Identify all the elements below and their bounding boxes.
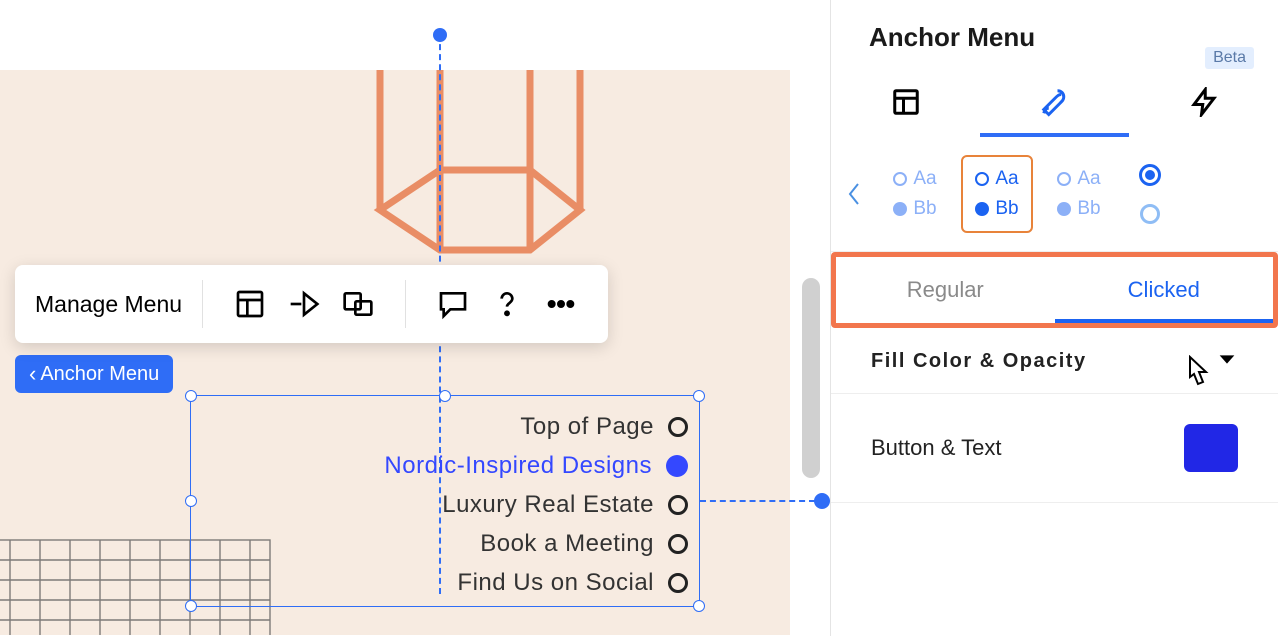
alignment-guide-horizontal: [700, 500, 815, 502]
design-preset-row: Aa Bb Aa Bb Aa Bb: [831, 137, 1278, 252]
preset-option-selected[interactable]: Aa Bb: [961, 155, 1033, 233]
editor-canvas: Manage Menu ‹: [0, 0, 830, 636]
preset-back-button[interactable]: [839, 174, 869, 214]
anchor-menu-item[interactable]: Find Us on Social: [190, 563, 700, 602]
manage-menu-button[interactable]: Manage Menu: [35, 291, 182, 318]
element-tag[interactable]: ‹ Anchor Menu: [15, 355, 173, 393]
help-icon[interactable]: [490, 287, 524, 321]
radio-selected-icon: [1139, 164, 1161, 186]
state-tab-regular[interactable]: Regular: [836, 257, 1055, 323]
anchor-item-label: Top of Page: [520, 413, 654, 441]
beta-badge: Beta: [1205, 47, 1254, 69]
state-tabs-highlight: Regular Clicked: [831, 252, 1278, 328]
more-icon[interactable]: [544, 287, 578, 321]
radio-unselected-icon: [1140, 204, 1160, 224]
fill-color-section[interactable]: Fill Color & Opacity: [831, 328, 1278, 394]
stretch-icon[interactable]: [341, 287, 375, 321]
color-swatch[interactable]: [1184, 424, 1238, 472]
state-tab-clicked[interactable]: Clicked: [1055, 257, 1274, 323]
element-tag-label: Anchor Menu: [40, 363, 159, 386]
chevron-down-icon: [1216, 348, 1238, 375]
preset-option[interactable]: Aa Bb: [879, 155, 951, 233]
layout-icon[interactable]: [233, 287, 267, 321]
anchor-item-label: Nordic-Inspired Designs: [384, 452, 652, 480]
guide-anchor-dot: [814, 493, 830, 509]
tab-layout[interactable]: [831, 67, 980, 137]
state-tabs: Regular Clicked: [836, 257, 1273, 323]
anchor-item-label: Book a Meeting: [480, 530, 654, 558]
element-toolbar: Manage Menu: [15, 265, 608, 343]
anchor-menu-element[interactable]: Top of Page Nordic-Inspired Designs Luxu…: [190, 395, 700, 602]
design-panel: Anchor Menu Beta Aa Bb Aa Bb Aa Bb: [830, 0, 1278, 636]
tab-animation[interactable]: Beta: [1129, 67, 1278, 137]
anchor-bullet-icon: [666, 455, 688, 477]
anchor-menu-item[interactable]: Book a Meeting: [190, 524, 700, 563]
canvas-scrollbar[interactable]: [802, 278, 820, 478]
panel-top-tabs: Beta: [831, 67, 1278, 137]
anchor-bullet-icon: [668, 534, 688, 554]
anchor-bullet-icon: [668, 417, 688, 437]
preset-radio-group[interactable]: [1125, 164, 1175, 224]
guide-anchor-dot: [433, 28, 447, 42]
anchor-menu-item[interactable]: Nordic-Inspired Designs: [190, 446, 700, 485]
preset-option[interactable]: Aa Bb: [1043, 155, 1115, 233]
anchor-item-label: Luxury Real Estate: [442, 491, 654, 519]
design-icon[interactable]: [287, 287, 321, 321]
anchor-menu-item[interactable]: Luxury Real Estate: [190, 485, 700, 524]
tab-design[interactable]: [980, 67, 1129, 137]
fill-section-title: Fill Color & Opacity: [871, 350, 1087, 373]
anchor-bullet-icon: [668, 573, 688, 593]
comment-icon[interactable]: [436, 287, 470, 321]
chevron-left-icon: ‹: [29, 361, 36, 387]
anchor-bullet-icon: [668, 495, 688, 515]
button-text-row: Button & Text: [831, 394, 1278, 503]
anchor-item-label: Find Us on Social: [457, 569, 654, 597]
button-text-label: Button & Text: [871, 435, 1001, 461]
anchor-menu-item[interactable]: Top of Page: [190, 407, 700, 446]
